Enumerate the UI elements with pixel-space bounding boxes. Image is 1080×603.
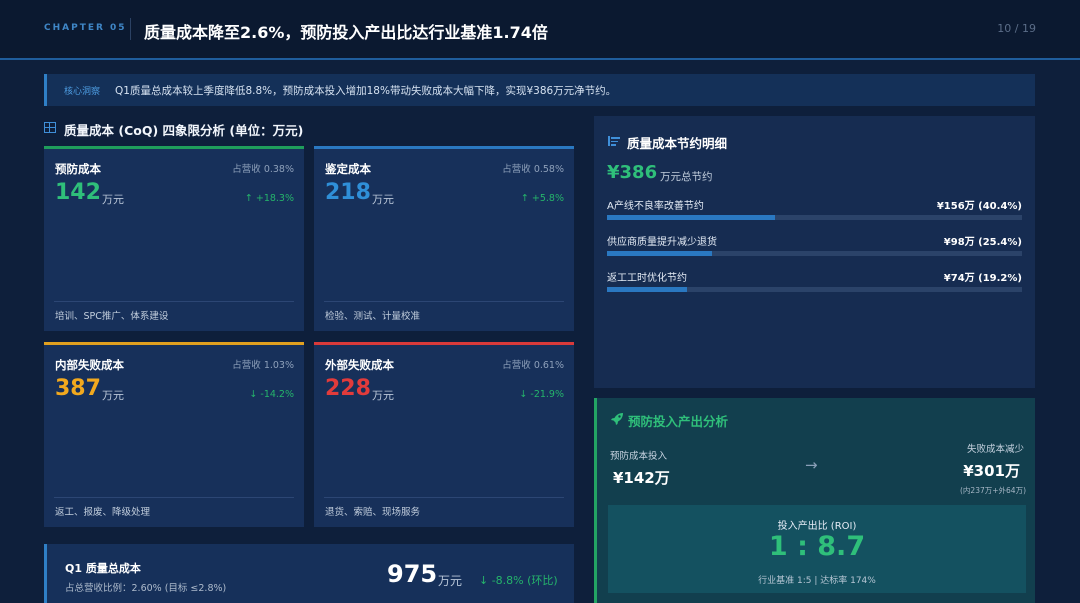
savings-item-label: 返工工时优化节约 (607, 273, 687, 284)
page-title: 质量成本降至2.6%，预防投入产出比达行业基准1.74倍 (144, 23, 548, 42)
savings-progress-track (607, 215, 1022, 220)
card-share: 占营收 0.58% (502, 164, 564, 175)
savings-item: 返工工时优化节约 ¥74万 (19.2%) (607, 269, 1022, 297)
savings-item-label: A产线不良率改善节约 (607, 201, 704, 212)
roi-ratio-value: 1 : 8.7 (768, 531, 866, 562)
card-share: 占营收 0.61% (502, 360, 564, 371)
card-desc: 检验、测试、计量校准 (325, 311, 421, 322)
card-name: 外部失败成本 (325, 358, 394, 372)
card-trend: ↑ +5.8% (520, 193, 564, 204)
card-unit: 万元 (102, 389, 124, 402)
savings-item-amount: ¥74万 (19.2%) (943, 273, 1022, 284)
roi-benchmark: 行业基准 1:5 | 达标率 174% (758, 576, 876, 586)
total-sub: 占总营收比例：2.60% (目标 ≤2.8%) (65, 583, 227, 594)
savings-item: A产线不良率改善节约 ¥156万 (40.4%) (607, 197, 1022, 225)
savings-item-amount: ¥98万 (25.4%) (943, 237, 1022, 248)
arrow-right-icon: → (805, 456, 818, 474)
card-name: 预防成本 (55, 162, 101, 176)
card-divider (54, 497, 294, 498)
card-value: 218 (325, 180, 371, 205)
card-desc: 返工、报废、降级处理 (55, 507, 151, 518)
card-value: 142 (55, 180, 101, 205)
savings-total-value: ¥386 (607, 162, 658, 183)
insight-label: 核心洞察 (64, 87, 101, 97)
card-value: 387 (55, 376, 101, 401)
total-name: Q1 质量总成本 (65, 562, 141, 575)
coq-section-title: 质量成本 (CoQ) 四象限分析 (单位：万元) (64, 123, 304, 138)
card-unit: 万元 (372, 193, 394, 206)
card-divider (324, 301, 564, 302)
savings-progress-track (607, 251, 1022, 256)
insight-text: Q1质量总成本较上季度降低8.8%，预防成本投入增加18%带动失败成本大幅下降，… (115, 85, 617, 97)
card-trend: ↑ +18.3% (244, 193, 294, 204)
chapter-label: CHAPTER 05 (44, 23, 127, 33)
failure-reduction-value: ¥301万 (963, 462, 1020, 480)
savings-progress-fill (607, 251, 713, 256)
savings-item-amount: ¥156万 (40.4%) (936, 201, 1022, 212)
savings-item-label: 供应商质量提升减少退货 (607, 237, 717, 248)
roi-panel: 预防投入产出分析 预防成本投入 ¥142万 → 失败成本减少 ¥301万 (内2… (594, 398, 1035, 603)
total-value: 975 (387, 560, 438, 588)
card-desc: 退货、索赔、现场服务 (325, 507, 421, 518)
card-name: 鉴定成本 (325, 162, 371, 176)
card-divider (324, 497, 564, 498)
grid-icon (44, 122, 56, 133)
roi-ratio-box: 投入产出比 (ROI) 1 : 8.7 行业基准 1:5 | 达标率 174% (608, 505, 1026, 593)
savings-title: 质量成本节约明细 (627, 136, 728, 151)
card-divider (54, 301, 294, 302)
card-trend: ↓ -21.9% (519, 389, 564, 400)
card-share: 占营收 0.38% (232, 164, 294, 175)
roi-title: 预防投入产出分析 (628, 414, 729, 429)
savings-progress-fill (607, 287, 687, 292)
savings-panel: 质量成本节约明细 ¥386 万元总节约 A产线不良率改善节约 ¥156万 (40… (594, 116, 1035, 388)
total-quality-cost-panel: Q1 质量总成本 占总营收比例：2.60% (目标 ≤2.8%) 975 万元 … (44, 544, 574, 603)
page-number: 10 / 19 (997, 22, 1036, 35)
card-name: 内部失败成本 (55, 358, 124, 372)
prevention-input-value: ¥142万 (613, 469, 670, 487)
total-unit: 万元 (438, 574, 463, 588)
card-unit: 万元 (372, 389, 394, 402)
card-unit: 万元 (102, 193, 124, 206)
total-trend: ↓ -8.8% (环比) (479, 574, 558, 587)
roi-ratio-label: 投入产出比 (ROI) (777, 521, 857, 532)
card-share: 占营收 1.03% (232, 360, 294, 371)
card-desc: 培训、SPC推广、体系建设 (55, 311, 169, 322)
savings-progress-fill (607, 215, 775, 220)
prevention-input-label: 预防成本投入 (610, 451, 668, 462)
insight-banner: 核心洞察 Q1质量总成本较上季度降低8.8%，预防成本投入增加18%带动失败成本… (44, 74, 1035, 106)
header-bar: CHAPTER 05 质量成本降至2.6%，预防投入产出比达行业基准1.74倍 … (0, 0, 1080, 60)
list-icon (608, 136, 620, 146)
external-failure-cost-card: 外部失败成本 占营收 0.61% 228 万元 ↓ -21.9% 退货、索赔、现… (314, 342, 574, 527)
rocket-icon (611, 413, 623, 425)
savings-progress-track (607, 287, 1022, 292)
savings-item: 供应商质量提升减少退货 ¥98万 (25.4%) (607, 233, 1022, 261)
card-trend: ↓ -14.2% (249, 389, 294, 400)
prevention-cost-card: 预防成本 占营收 0.38% 142 万元 ↑ +18.3% 培训、SPC推广、… (44, 146, 304, 331)
appraisal-cost-card: 鉴定成本 占营收 0.58% 218 万元 ↑ +5.8% 检验、测试、计量校准 (314, 146, 574, 331)
header-divider (130, 18, 131, 40)
failure-reduction-label: 失败成本减少 (966, 444, 1024, 455)
savings-total-unit: 万元总节约 (660, 171, 713, 183)
failure-reduction-note: (内237万+外64万) (960, 486, 1026, 495)
card-value: 228 (325, 376, 371, 401)
internal-failure-cost-card: 内部失败成本 占营收 1.03% 387 万元 ↓ -14.2% 返工、报废、降… (44, 342, 304, 527)
